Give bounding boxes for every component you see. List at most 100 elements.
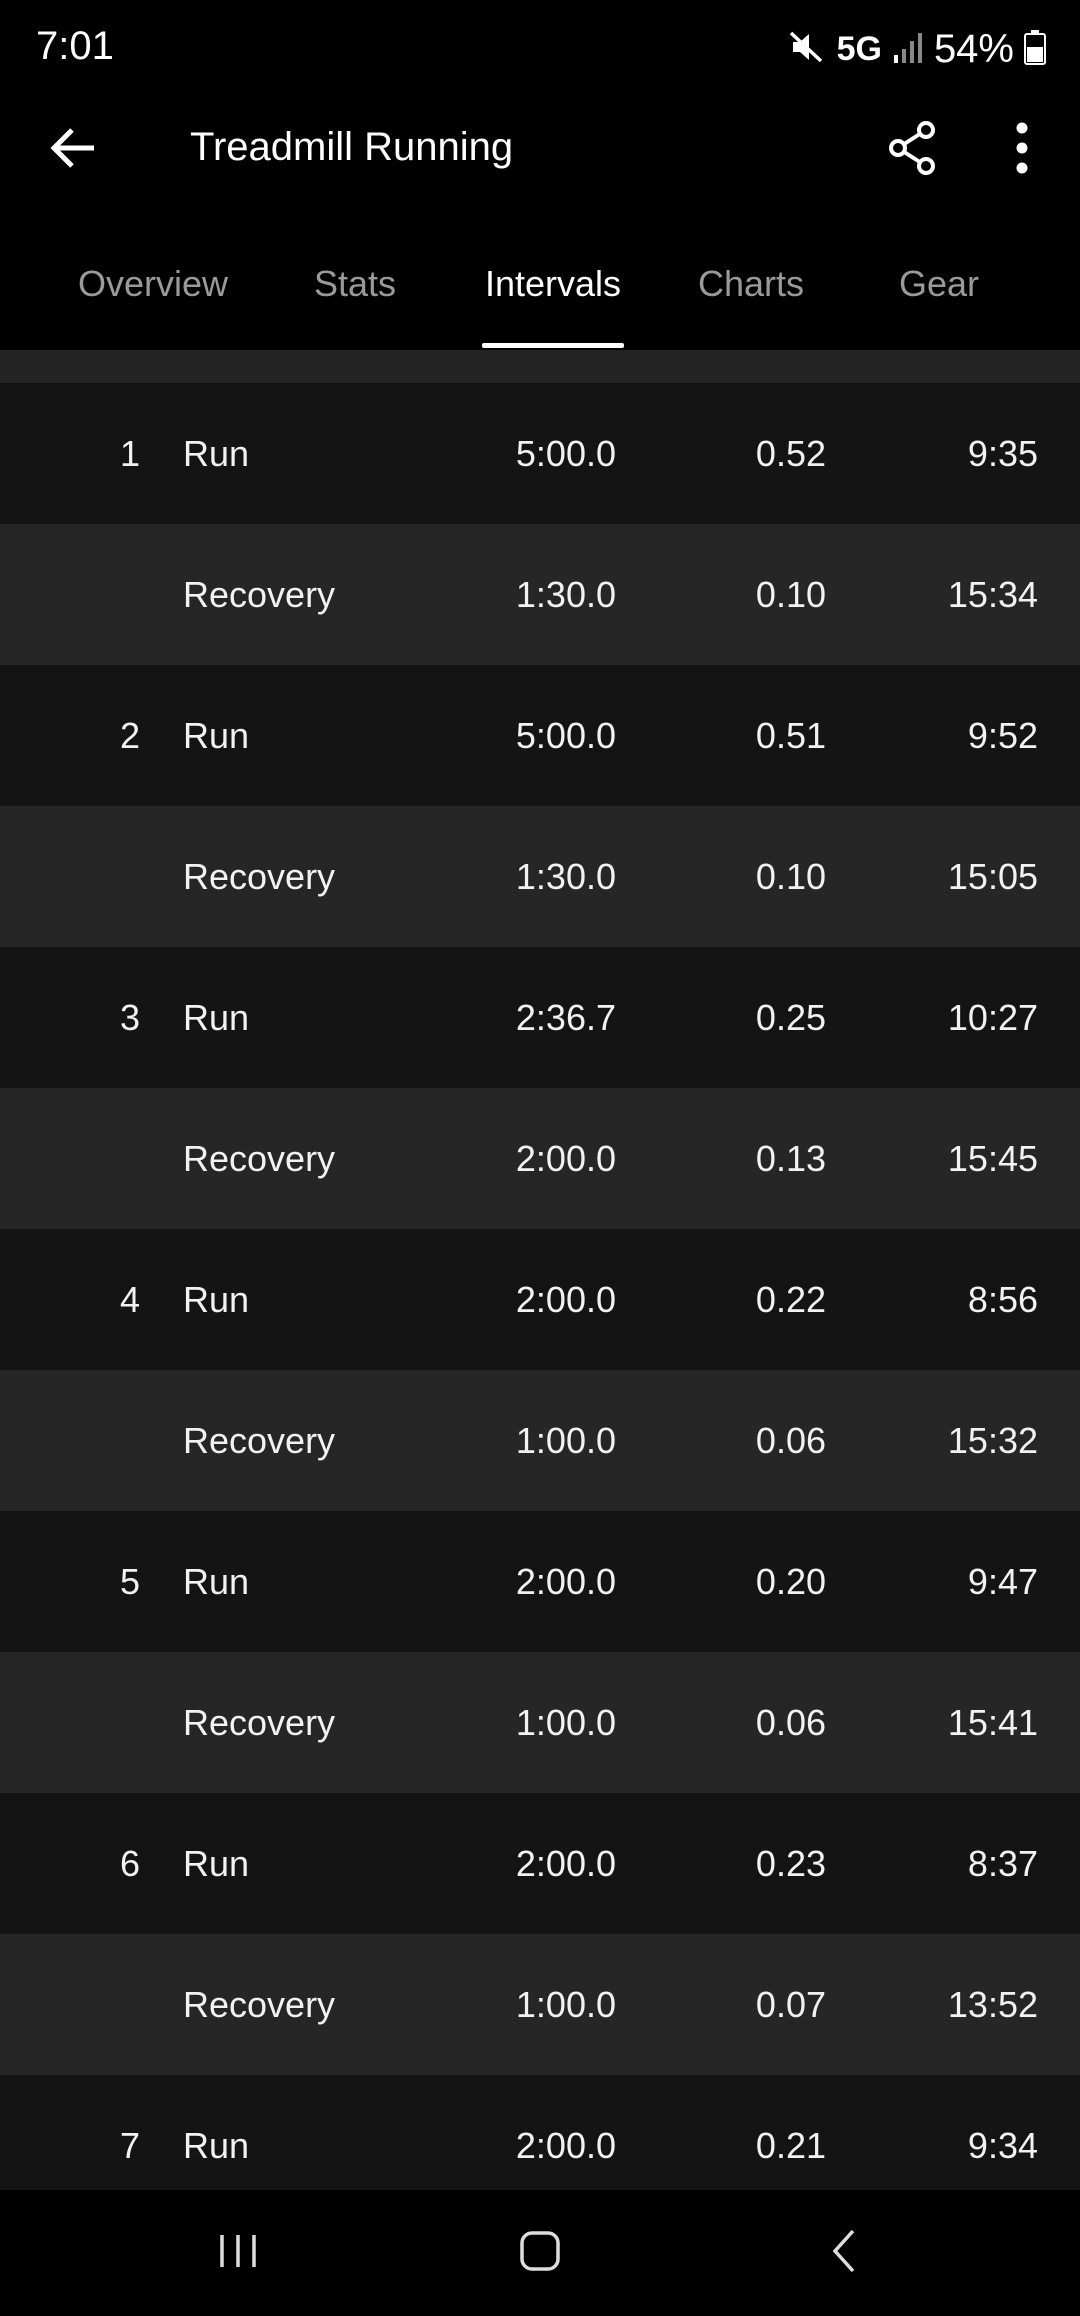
interval-distance: 0.06 — [755, 1419, 826, 1461]
interval-distance: 0.23 — [755, 1842, 826, 1884]
status-bar: 7:01 5G 54% — [0, 0, 1080, 100]
active-tab-indicator — [482, 343, 624, 348]
interval-distance: 0.22 — [755, 1278, 826, 1320]
share-icon — [886, 120, 938, 181]
tab-intervals[interactable]: Intervals — [480, 240, 626, 350]
interval-number: 5 — [119, 1560, 140, 1602]
signal-icon — [892, 29, 924, 70]
interval-row-recovery[interactable]: Recovery 2:00.0 0.13 15:45 — [0, 1088, 1080, 1229]
chevron-left-icon — [829, 2227, 859, 2280]
interval-type: Recovery — [183, 855, 336, 897]
interval-type: Run — [183, 1560, 250, 1602]
recents-button[interactable] — [178, 2218, 298, 2288]
interval-row-run[interactable]: 7 Run 2:00.0 0.21 9:34 — [0, 2075, 1080, 2190]
interval-row-run[interactable]: 6 Run 2:00.0 0.23 8:37 — [0, 1793, 1080, 1934]
tab-gear[interactable]: Gear — [888, 240, 990, 350]
app-bar: Treadmill Running — [0, 100, 1080, 200]
status-icons: 5G 54% — [787, 24, 1046, 74]
interval-row-run[interactable]: 5 Run 2:00.0 0.20 9:47 — [0, 1511, 1080, 1652]
interval-time: 1:00.0 — [515, 1701, 616, 1743]
interval-row-run[interactable]: 4 Run 2:00.0 0.22 8:56 — [0, 1229, 1080, 1370]
interval-type: Recovery — [183, 1983, 336, 2025]
list-header-strip — [0, 350, 1080, 383]
status-time: 7:01 — [36, 24, 114, 68]
interval-number — [60, 1934, 140, 2075]
interval-pace: 15:45 — [947, 1137, 1038, 1179]
battery-icon — [1024, 29, 1046, 70]
interval-number: 2 — [119, 714, 140, 756]
system-nav-bar — [0, 2190, 1080, 2316]
interval-pace: 9:34 — [967, 2124, 1038, 2166]
interval-row-run[interactable]: 3 Run 2:36.7 0.25 10:27 — [0, 947, 1080, 1088]
interval-row-run[interactable]: 1 Run 5:00.0 0.52 9:35 — [0, 383, 1080, 524]
interval-row-run[interactable]: 2 Run 5:00.0 0.51 9:52 — [0, 665, 1080, 806]
interval-row-recovery[interactable]: Recovery 1:30.0 0.10 15:05 — [0, 806, 1080, 947]
interval-row-recovery[interactable]: Recovery 1:30.0 0.10 15:34 — [0, 524, 1080, 665]
interval-time: 5:00.0 — [515, 714, 616, 756]
interval-number: 1 — [119, 432, 140, 474]
tab-stats[interactable]: Stats — [300, 240, 410, 350]
tab-overview[interactable]: Overview — [60, 240, 246, 350]
more-vertical-icon — [1015, 122, 1029, 179]
interval-type: Run — [183, 2124, 250, 2166]
interval-number — [60, 1370, 140, 1511]
interval-type: Recovery — [183, 1137, 336, 1179]
interval-type: Run — [183, 1842, 250, 1884]
more-options-button[interactable] — [1000, 118, 1044, 182]
back-button[interactable] — [40, 120, 108, 180]
screen: 7:01 5G 54% Treadmill Running Overview S… — [0, 0, 1080, 2316]
intervals-list[interactable]: 1 Run 5:00.0 0.52 9:35 Recovery 1:30.0 0.10 15:3… — [0, 350, 1080, 2190]
interval-pace: 15:34 — [947, 573, 1038, 615]
network-type: 5G — [836, 29, 882, 68]
interval-type: Run — [183, 432, 250, 474]
home-icon — [518, 2229, 562, 2278]
interval-pace: 15:05 — [947, 855, 1038, 897]
interval-time: 2:00.0 — [515, 2124, 616, 2166]
interval-row-recovery[interactable]: Recovery 1:00.0 0.06 15:41 — [0, 1652, 1080, 1793]
interval-time: 2:00.0 — [515, 1278, 616, 1320]
tab-charts[interactable]: Charts — [688, 240, 814, 350]
interval-distance: 0.51 — [755, 714, 826, 756]
battery-percent: 54% — [933, 26, 1014, 71]
interval-type: Recovery — [183, 1701, 336, 1743]
interval-number — [60, 1652, 140, 1793]
interval-pace: 10:27 — [947, 996, 1038, 1038]
interval-row-recovery[interactable]: Recovery 1:00.0 0.07 13:52 — [0, 1934, 1080, 2075]
interval-number: 6 — [119, 1842, 140, 1884]
interval-number — [60, 524, 140, 665]
page-title: Treadmill Running — [190, 125, 514, 169]
mute-icon — [787, 27, 827, 72]
interval-pace: 15:32 — [947, 1419, 1038, 1461]
intervals-rows: 1 Run 5:00.0 0.52 9:35 Recovery 1:30.0 0.10 15:3… — [0, 383, 1080, 2190]
nav-back-button[interactable] — [784, 2218, 904, 2288]
share-button[interactable] — [880, 118, 944, 182]
interval-distance: 0.10 — [755, 855, 826, 897]
interval-type: Run — [183, 996, 250, 1038]
interval-distance: 0.10 — [755, 573, 826, 615]
interval-distance: 0.20 — [755, 1560, 826, 1602]
interval-number — [60, 1088, 140, 1229]
interval-time: 2:36.7 — [515, 996, 616, 1038]
home-button[interactable] — [480, 2218, 600, 2288]
interval-number: 7 — [119, 2124, 140, 2166]
interval-pace: 15:41 — [947, 1701, 1038, 1743]
arrow-left-icon — [50, 126, 98, 175]
interval-row-recovery[interactable]: Recovery 1:00.0 0.06 15:32 — [0, 1370, 1080, 1511]
interval-number: 3 — [119, 996, 140, 1038]
tab-bar: Overview Stats Intervals Charts Gear — [0, 240, 1080, 350]
interval-type: Run — [183, 1278, 250, 1320]
interval-distance: 0.25 — [755, 996, 826, 1038]
interval-time: 2:00.0 — [515, 1842, 616, 1884]
interval-number: 4 — [119, 1278, 140, 1320]
interval-number — [60, 806, 140, 947]
interval-pace: 9:47 — [967, 1560, 1038, 1602]
interval-distance: 0.21 — [755, 2124, 826, 2166]
interval-type: Recovery — [183, 573, 336, 615]
interval-time: 5:00.0 — [515, 432, 616, 474]
interval-time: 2:00.0 — [515, 1560, 616, 1602]
interval-distance: 0.06 — [755, 1701, 826, 1743]
interval-distance: 0.52 — [755, 432, 826, 474]
interval-distance: 0.07 — [755, 1983, 826, 2025]
interval-time: 1:00.0 — [515, 1983, 616, 2025]
interval-type: Recovery — [183, 1419, 336, 1461]
